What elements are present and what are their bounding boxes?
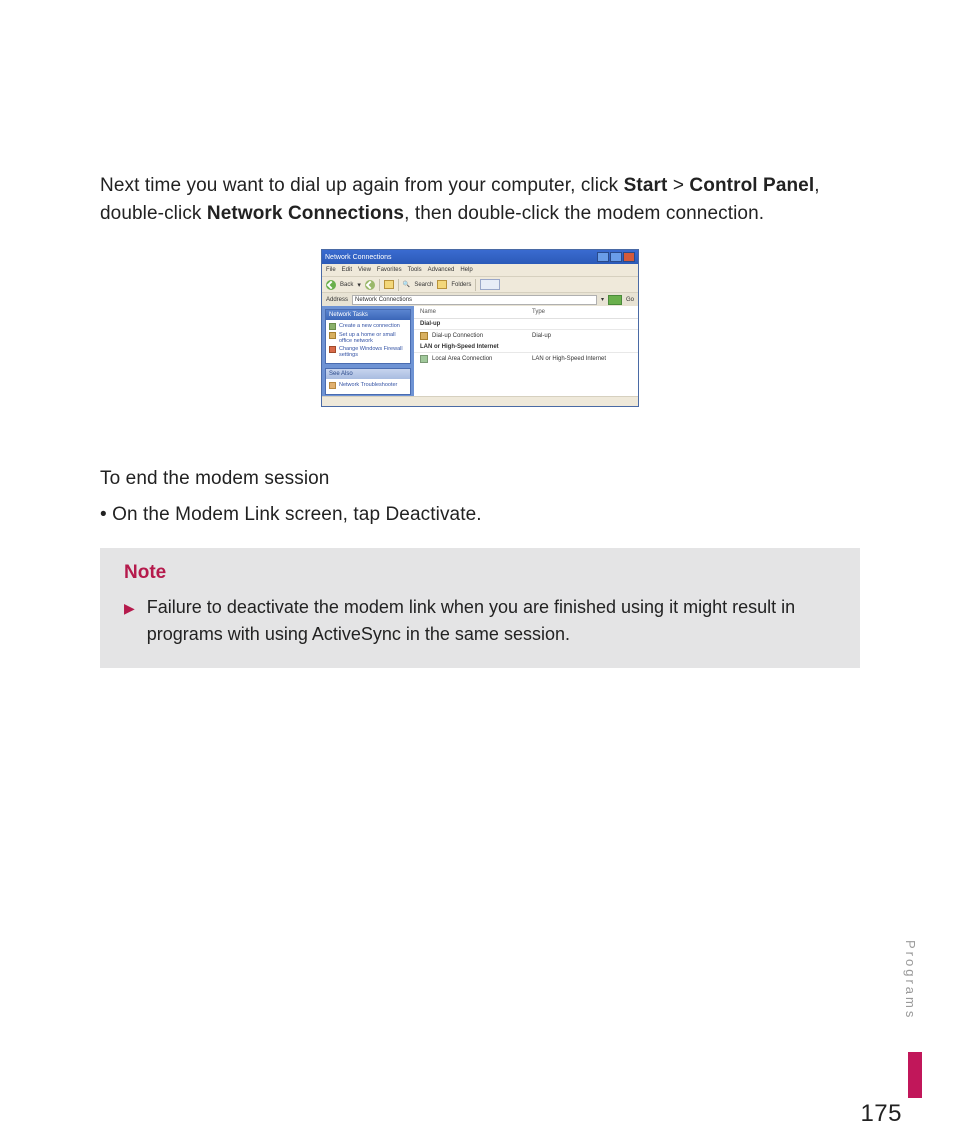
toolbar: Back ▾ 🔍 Search Folders [322, 276, 638, 292]
up-icon [384, 280, 394, 289]
window-body: Network Tasks Create a new connection Se… [322, 306, 638, 396]
column-headers: Name Type [414, 306, 638, 319]
kw-start: Start [624, 175, 668, 196]
menu-tools: Tools [408, 267, 422, 273]
go-icon [608, 295, 622, 305]
back-icon [326, 280, 336, 290]
dialup-icon [420, 332, 428, 340]
item-name: Local Area Connection [432, 356, 532, 362]
main-list: Name Type Dial-up Dial-up Connection Dia… [414, 306, 638, 396]
list-item: Local Area Connection LAN or High-Speed … [414, 353, 638, 365]
lan-icon [420, 355, 428, 363]
note-box: Note ▶ Failure to deactivate the modem l… [100, 548, 860, 668]
note-text: Failure to deactivate the modem link whe… [147, 594, 836, 648]
page-number: 175 [860, 1100, 902, 1128]
menu-file: File [326, 267, 336, 273]
task-icon [329, 382, 336, 389]
task-icon [329, 332, 336, 339]
menu-favorites: Favorites [377, 267, 402, 273]
task-icon [329, 346, 336, 353]
task-item: Network Troubleshooter [339, 382, 397, 388]
minimize-icon [597, 252, 609, 262]
document-page: Next time you want to dial up again from… [0, 0, 954, 1147]
intro-gt: > [667, 175, 689, 196]
end-heading: To end the modem session [100, 465, 860, 493]
end-bullet: • On the Modem Link screen, tap Deactiva… [100, 501, 860, 529]
intro-pre: Next time you want to dial up again from… [100, 175, 624, 196]
note-body: ▶ Failure to deactivate the modem link w… [124, 594, 836, 648]
task-icon [329, 323, 336, 330]
group-header: Dial-up [414, 319, 638, 330]
screenshot-container: Network Connections File Edit View Favor… [100, 249, 860, 407]
col-name: Name [420, 309, 532, 315]
item-type: Dial-up [532, 333, 632, 339]
window-titlebar: Network Connections [322, 250, 638, 264]
folders-label: Folders [451, 282, 471, 288]
task-item: Set up a home or small office network [339, 332, 407, 344]
menu-view: View [358, 267, 371, 273]
kw-network-connections: Network Connections [207, 203, 404, 224]
item-type: LAN or High-Speed Internet [532, 356, 632, 362]
panel-network-tasks: Network Tasks Create a new connection Se… [325, 309, 411, 364]
status-bar [322, 396, 638, 406]
go-label: Go [626, 297, 634, 303]
content-area: Next time you want to dial up again from… [100, 172, 860, 668]
menubar: File Edit View Favorites Tools Advanced … [322, 264, 638, 276]
group-header: LAN or High-Speed Internet [414, 342, 638, 353]
maximize-icon [610, 252, 622, 262]
note-title: Note [124, 562, 836, 584]
views-icon [480, 279, 500, 290]
folders-icon [437, 280, 447, 289]
search-label: Search [414, 282, 433, 288]
section-tab-bar [908, 1052, 922, 1098]
window-title: Network Connections [325, 254, 392, 261]
col-type: Type [532, 309, 632, 315]
back-label: Back [340, 282, 353, 288]
close-icon [623, 252, 635, 262]
section-tab-label: Programs [903, 940, 918, 1020]
menu-edit: Edit [342, 267, 352, 273]
task-item: Create a new connection [339, 323, 400, 329]
intro-post: , then double-click the modem connection… [404, 203, 764, 224]
address-bar: Address Network Connections ▾ Go [322, 292, 638, 306]
network-connections-screenshot: Network Connections File Edit View Favor… [321, 249, 639, 407]
kw-control-panel: Control Panel [689, 175, 814, 196]
menu-help: Help [460, 267, 472, 273]
search-icon: 🔍 [403, 281, 410, 288]
menu-advanced: Advanced [428, 267, 455, 273]
address-label: Address [326, 297, 348, 303]
triangle-bullet-icon: ▶ [124, 596, 135, 620]
address-field: Network Connections [352, 295, 597, 305]
intro-paragraph: Next time you want to dial up again from… [100, 172, 860, 227]
panel-title: See Also [326, 369, 410, 379]
list-item: Dial-up Connection Dial-up [414, 330, 638, 342]
panel-see-also: See Also Network Troubleshooter [325, 368, 411, 395]
sidebar: Network Tasks Create a new connection Se… [322, 306, 414, 396]
forward-icon [365, 280, 375, 290]
task-item: Change Windows Firewall settings [339, 346, 407, 358]
panel-title: Network Tasks [326, 310, 410, 320]
item-name: Dial-up Connection [432, 333, 532, 339]
